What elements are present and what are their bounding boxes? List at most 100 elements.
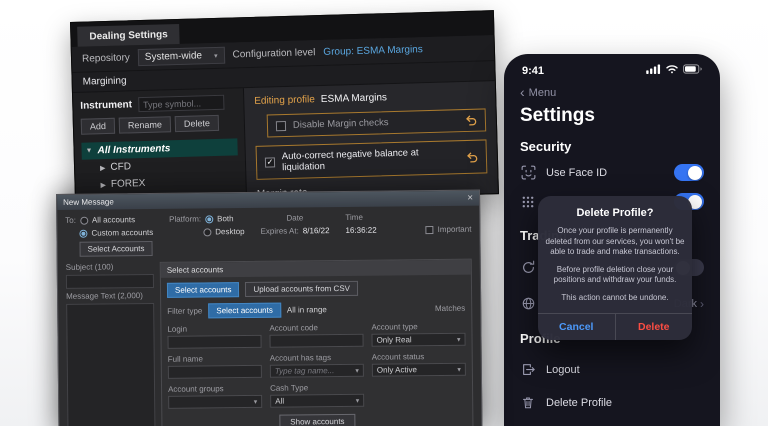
tab-margining[interactable]: Margining [83,75,127,87]
status-bar: 9:41 [504,54,720,79]
section-security: Security [520,139,704,154]
row-logout[interactable]: Logout [520,362,704,377]
subject-label: Subject (100) [66,262,154,272]
trash-icon [520,395,536,410]
upload-csv-button[interactable]: Upload accounts from CSV [245,281,358,297]
account-type-select[interactable]: Only Real ▾ [371,333,465,347]
disable-margin-checkbox[interactable] [276,121,286,131]
important-checkbox[interactable] [426,226,434,234]
repository-label: Repository [82,52,130,64]
platform-desktop-radio[interactable] [203,228,211,236]
check-icon: ✓ [267,158,274,166]
dialog-title: New Message [63,197,114,207]
profile-editor-panel: Editing profile ESMA Margins Disable Mar… [243,81,498,200]
wifi-icon [665,64,679,77]
new-message-dialog: New Message × To: All accounts Custom ac… [56,190,482,426]
caret-down-icon: ▾ [355,366,359,374]
modal-title: Delete Profile? [538,196,692,219]
chevron-right-icon: › [700,297,704,311]
cash-type-select[interactable]: All ▾ [270,394,364,408]
tree-closed-icon[interactable]: ▶ [100,164,106,172]
sync-icon [520,260,536,275]
select-accounts-button[interactable]: Select Accounts [80,241,153,257]
autocorrect-checkbox[interactable]: ✓ [265,157,275,167]
face-id-icon [520,165,536,180]
account-type-label: Account type [371,322,465,332]
instrument-panel: Instrument Add Rename Delete ▼ All Instr… [73,88,246,205]
filter-type-label: Filter type [167,306,202,315]
date-label: Date [286,213,303,222]
delete-profile-modal: Delete Profile? Once your profile is per… [538,196,692,340]
back-menu-link[interactable]: ‹ Menu [520,87,556,99]
caret-down-icon: ▾ [254,397,258,405]
caret-down-icon: ▾ [214,51,218,59]
expires-label: Expires At: [261,226,299,235]
compose-column: Subject (100) Message Text (2,000) [66,262,156,426]
close-icon[interactable]: × [467,193,473,203]
undo-icon[interactable] [465,115,477,126]
mobile-settings-screen: 9:41 [504,54,720,426]
face-id-toggle[interactable] [674,164,704,181]
account-code-input[interactable] [275,336,359,346]
config-level-label: Configuration level [232,47,315,60]
filter-select-accounts-tab[interactable]: Select accounts [208,303,281,319]
option-label: Auto-correct negative balance at liquida… [282,146,460,173]
globe-icon [520,296,536,311]
editing-profile-label: Editing profile [254,94,315,107]
add-button[interactable]: Add [81,118,115,135]
canvas: Dealing Settings Repository System-wide … [0,0,768,426]
platform-both-label: Both [217,214,234,223]
show-accounts-button[interactable]: Show accounts [279,414,355,426]
logout-icon [520,362,536,377]
option-disable-margin-checks: Disable Margin checks [267,108,487,137]
tab-dealing-settings[interactable]: Dealing Settings [77,24,180,47]
message-text-label: Message Text (2,000) [66,291,154,301]
subject-input[interactable] [66,274,154,289]
tree-item-forex[interactable]: ▶ FOREX [82,172,238,193]
account-tags-placeholder: Type tag name... [275,366,335,376]
message-text-input[interactable] [66,303,156,426]
cancel-button[interactable]: Cancel [538,314,616,340]
rename-button[interactable]: Rename [119,116,171,133]
row-delete-profile[interactable]: Delete Profile [520,395,704,410]
signal-icon [646,64,661,77]
platform-desktop-label: Desktop [215,227,244,236]
expires-time-value[interactable]: 16:36:22 [345,226,376,235]
full-name-label: Full name [168,354,262,364]
custom-accounts-radio[interactable] [79,229,87,237]
select-accounts-tab[interactable]: Select accounts [167,282,240,298]
message-options: To: All accounts Custom accounts Select … [57,206,480,261]
platform-both-radio[interactable] [205,215,213,223]
delete-button[interactable]: Delete [616,314,693,340]
config-level-link[interactable]: Group: ESMA Margins [323,44,423,58]
expires-date-value[interactable]: 8/16/22 [303,226,330,235]
tree-closed-icon[interactable]: ▶ [100,181,106,189]
tree-open-icon[interactable]: ▼ [86,147,93,154]
account-status-select[interactable]: Only Active ▾ [372,363,466,377]
repository-dropdown[interactable]: System-wide ▾ [138,47,225,66]
dealing-body: Instrument Add Rename Delete ▼ All Instr… [73,81,498,205]
modal-paragraph: Once your profile is permanently deleted… [545,226,685,258]
select-accounts-panel: Select accounts Select accounts Upload a… [160,259,474,426]
undo-icon[interactable] [466,151,478,162]
caret-down-icon: ▾ [356,396,360,404]
face-id-label: Use Face ID [546,167,664,179]
full-name-input[interactable] [173,367,257,377]
to-label: To: [65,216,76,225]
all-accounts-radio[interactable] [80,216,88,224]
account-tags-input[interactable]: Type tag name... ▾ [270,364,364,378]
login-input[interactable] [173,337,257,347]
cash-type-label: Cash Type [270,383,364,393]
tree-item-label: CFD [110,161,131,173]
instrument-search-input[interactable] [138,95,224,112]
delete-button[interactable]: Delete [175,115,219,132]
filter-all-in-range-tab[interactable]: All in range [287,305,327,314]
editing-profile-value: ESMA Margins [321,92,387,105]
chevron-left-icon: ‹ [520,85,525,99]
instrument-tree: ▼ All Instruments ▶ CFD ▶ FOREX [81,138,238,193]
matches-label: Matches [435,304,465,313]
account-groups-select[interactable]: ▾ [168,395,262,409]
page-title: Settings [520,105,704,127]
account-groups-label: Account groups [168,384,262,394]
all-accounts-label: All accounts [92,215,135,224]
